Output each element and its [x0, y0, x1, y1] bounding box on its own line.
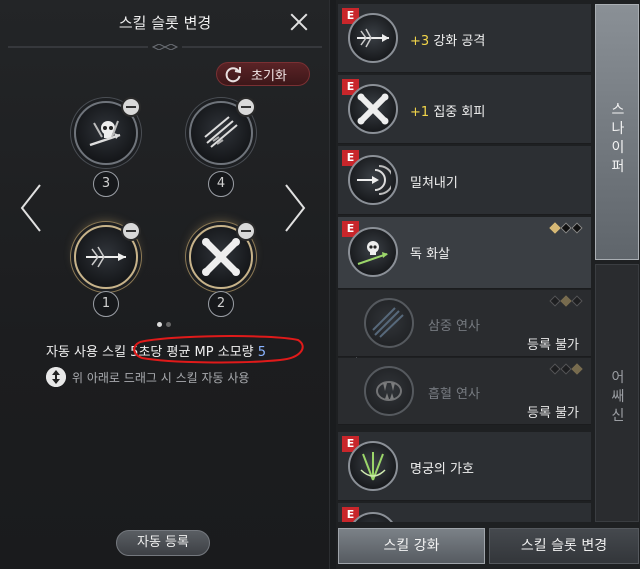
- skill-icon: [348, 13, 398, 63]
- fang-icon: [376, 381, 402, 401]
- piercing-arrow-icon: [86, 246, 126, 268]
- skill-name: 명궁의 가호: [410, 458, 474, 477]
- skill-name: 흡혈 연사: [428, 387, 480, 402]
- page-indicator: [157, 322, 171, 327]
- slot-number: 1: [93, 291, 119, 317]
- sub-skill-row[interactable]: 삼중 연사 등록 불가: [338, 290, 591, 357]
- poison-arrow-skull-icon: [357, 241, 388, 265]
- status-label: 등록 불가: [527, 338, 579, 353]
- tab-assassin[interactable]: 어쌔신: [595, 264, 639, 522]
- multi-arrow-icon: [204, 116, 238, 148]
- triple-arrow-icon: [372, 307, 404, 338]
- piercing-arrow-icon: [357, 28, 389, 48]
- skill-icon: [348, 441, 398, 491]
- skill-level-diamonds: [549, 363, 583, 375]
- skill-icon: [348, 227, 398, 277]
- skill-name-text: 독 화살: [410, 247, 451, 262]
- close-icon[interactable]: [288, 11, 310, 33]
- tab-sniper-label: 스나이퍼: [611, 102, 625, 175]
- skill-row[interactable]: E +3 강화 공격: [338, 4, 591, 73]
- enhance-level: +1: [410, 105, 430, 120]
- target-arrow-icon: [357, 165, 391, 195]
- reset-button[interactable]: 초기화: [216, 62, 310, 86]
- slot-number: 2: [208, 291, 234, 317]
- auto-register-button[interactable]: 자동 등록: [116, 530, 210, 556]
- up-down-arrow-icon: [46, 367, 66, 387]
- status-label: 등록 불가: [527, 406, 579, 421]
- drag-hint: 위 아래로 드래그 시 스킬 자동 사용: [46, 367, 249, 387]
- skill-row[interactable]: E 밀쳐내기: [338, 146, 591, 215]
- skill-name: 밀쳐내기: [410, 172, 458, 191]
- skill-level-diamonds: [549, 222, 583, 234]
- slot-number: 4: [208, 171, 234, 197]
- drag-hint-text: 위 아래로 드래그 시 스킬 자동 사용: [72, 370, 250, 385]
- skill-icon: [364, 366, 414, 416]
- title-divider: [8, 44, 322, 50]
- remove-slot-1-button[interactable]: [121, 221, 141, 241]
- skill-icon: [364, 298, 414, 348]
- next-page-arrow-icon[interactable]: [282, 183, 308, 233]
- sub-skill-row[interactable]: 흡혈 연사 등록 불가: [338, 358, 591, 425]
- skill-name: +3 강화 공격: [410, 30, 485, 49]
- slot-number: 3: [93, 171, 119, 197]
- prev-page-arrow-icon[interactable]: [18, 183, 44, 233]
- skill-name-text: 밀쳐내기: [410, 176, 458, 191]
- skill-icon: [348, 155, 398, 205]
- red-annotation-circle: [133, 335, 304, 364]
- auto-use-prefix: 자동 사용 스킬: [46, 345, 127, 360]
- remove-slot-3-button[interactable]: [121, 97, 141, 117]
- remove-slot-4-button[interactable]: [236, 97, 256, 117]
- crossed-bones-icon: [202, 238, 240, 276]
- skill-name: 독 화살: [410, 243, 450, 262]
- reset-label: 초기화: [251, 68, 287, 84]
- panel-title: 스킬 슬롯 변경: [118, 14, 212, 32]
- skill-name-text: 강화 공격: [433, 34, 486, 49]
- crossed-bones-icon: [357, 93, 389, 125]
- skill-row[interactable]: E +1 집중 회피: [338, 75, 591, 144]
- skill-name-text: 명궁의 가호: [410, 462, 474, 477]
- skill-slot-change-button[interactable]: 스킬 슬롯 변경: [489, 528, 639, 564]
- tab-sniper[interactable]: 스나이퍼: [595, 4, 639, 260]
- skill-level-diamonds: [549, 295, 583, 307]
- skill-name-text: 집중 회피: [433, 105, 486, 120]
- skill-name: 삼중 연사: [428, 319, 480, 334]
- poison-arrow-skull-icon: [89, 120, 121, 147]
- skill-slot-panel: 스킬 슬롯 변경 초기화 3 4 1 2 자동 사용 스킬 5초당 평균 MP …: [0, 0, 330, 569]
- skill-name: +1 집중 회피: [410, 101, 485, 120]
- refresh-icon: [225, 67, 241, 83]
- skill-list-panel: E +3 강화 공격 E +1 집중 회피 E 밀쳐내기 E 독 화살 삼중 연…: [336, 0, 640, 569]
- skill-list[interactable]: E +3 강화 공격 E +1 집중 회피 E 밀쳐내기 E 독 화살 삼중 연…: [336, 0, 591, 522]
- skill-row[interactable]: E: [338, 503, 591, 522]
- arrow-fan-icon: [360, 452, 386, 481]
- skill-enhance-button[interactable]: 스킬 강화: [338, 528, 485, 564]
- skill-icon: [348, 84, 398, 134]
- skill-row[interactable]: E 명궁의 가호: [338, 432, 591, 501]
- remove-slot-2-button[interactable]: [236, 221, 256, 241]
- enhance-level: +3: [410, 34, 430, 49]
- tab-assassin-label: 어쌔신: [611, 370, 625, 424]
- skill-row-selected[interactable]: E 독 화살: [338, 217, 591, 289]
